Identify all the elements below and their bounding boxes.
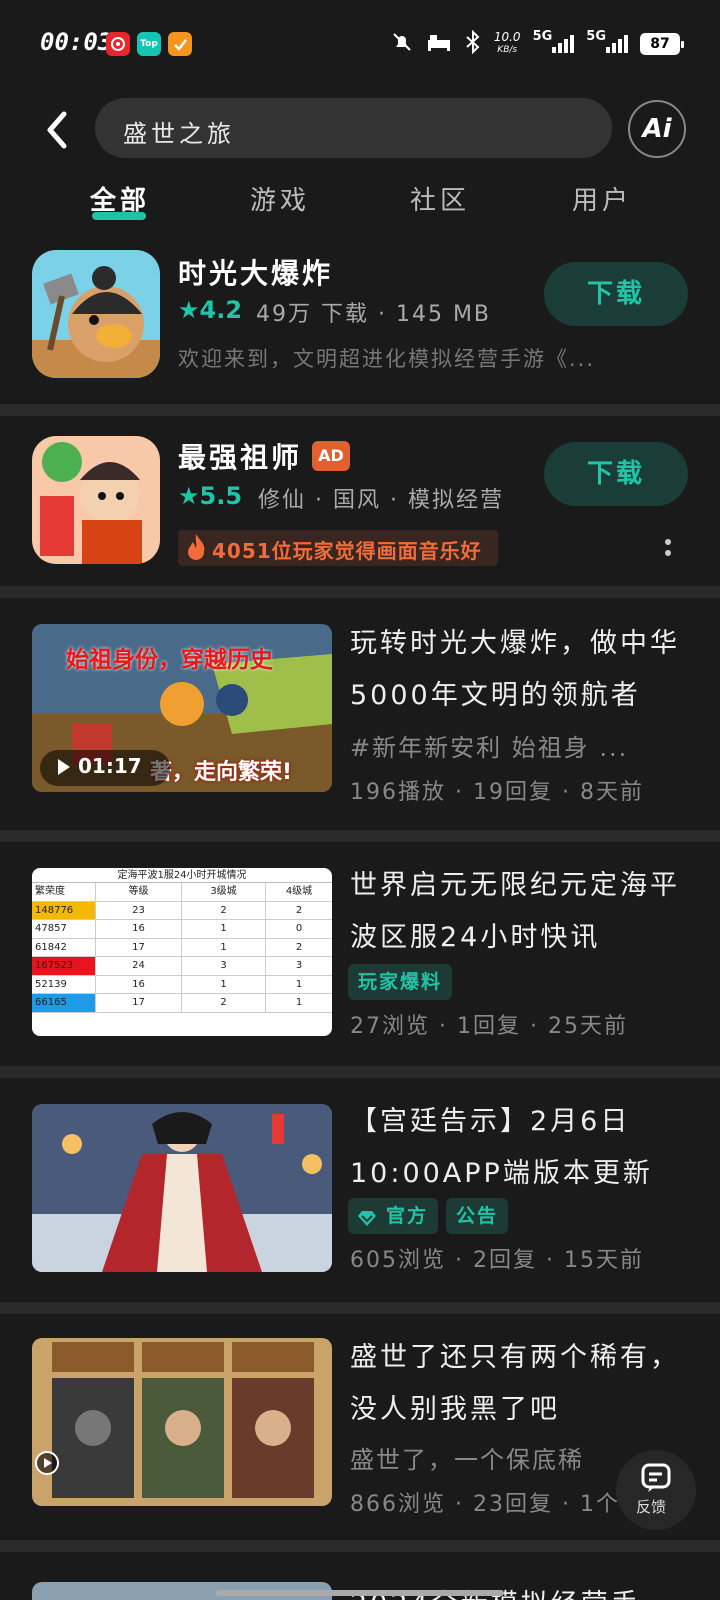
mute-bell-icon [390, 30, 414, 58]
app-rating: ★4.2 [178, 296, 243, 324]
app-title[interactable]: 最强祖师 [178, 436, 302, 476]
post-title[interactable]: 盛世了还只有两个稀有，没人别我黑了吧 [350, 1332, 690, 1436]
status-time: 00:03 [40, 28, 113, 56]
table-header-row: 繁荣度 等级 3级城 4级城 [32, 883, 332, 902]
download-button[interactable]: 下载 [544, 442, 688, 506]
tab-users[interactable]: 用户 [572, 180, 632, 217]
tab-community[interactable]: 社区 [410, 180, 470, 217]
feedback-icon [640, 1462, 672, 1498]
divider [0, 830, 720, 842]
battery-icon: 87 [640, 33, 684, 55]
feedback-button[interactable] [616, 1450, 696, 1530]
play-icon [56, 757, 72, 781]
post-excerpt: 盛世了，一个保底稀 [350, 1446, 584, 1474]
post-stats: 27浏览 · 1回复 · 25天前 [350, 1014, 628, 1039]
signal-label-2: 5G [586, 28, 606, 44]
divider [0, 1302, 720, 1314]
star-icon: ★ [178, 482, 200, 510]
tag-official[interactable]: 官方 [348, 1198, 439, 1234]
post-excerpt: #新年新安利 始祖身 ... [350, 734, 629, 762]
tag-announcement[interactable]: 公告 [446, 1198, 509, 1234]
video-duration: 01:17 [78, 754, 142, 778]
tab-games[interactable]: 游戏 [250, 180, 310, 217]
hot-comment: 4051位玩家觉得画面音乐好 [212, 539, 482, 563]
divider [0, 1540, 720, 1552]
post-stats: 866浏览 · 23回复 · 1个 [350, 1492, 620, 1517]
app-title[interactable]: 时光大爆炸 [178, 252, 333, 292]
status-bar: 00:03 Top 10.0 KB/s 5G 5G 87 [0, 0, 720, 88]
table-row: 52139 16 1 1 [32, 975, 332, 994]
signal-label-1: 5G [532, 28, 553, 44]
post-stats: 605浏览 · 2回复 · 15天前 [350, 1248, 644, 1273]
orange-app-icon [168, 32, 192, 56]
app-description: 欢迎来到，文明超进化模拟经营手游《... [178, 347, 596, 371]
play-circle-icon [34, 1450, 60, 1480]
app-icon-shiguang[interactable] [32, 250, 160, 378]
post-title[interactable]: 【宫廷告示】2月6日10:00APP端版本更新 ... [350, 1096, 690, 1200]
feedback-label: 反馈 [636, 1498, 667, 1516]
netease-music-icon [106, 32, 130, 56]
chevron-left-icon [47, 111, 67, 149]
video-thumbnail[interactable] [32, 1338, 332, 1506]
search-input[interactable]: 盛世之旅 [95, 98, 612, 158]
ai-button[interactable]: Ai [628, 100, 686, 158]
app-rating: ★5.5 [178, 482, 243, 510]
post-thumbnail[interactable] [32, 1104, 332, 1272]
post-stats: 196播放 · 19回复 · 8天前 [350, 780, 644, 805]
thumb-caption-bottom: 著，走向繁荣! [150, 760, 293, 785]
table-row: 61842 17 1 2 [32, 938, 332, 957]
bluetooth-icon [464, 29, 482, 58]
more-options-icon[interactable] [664, 538, 672, 558]
top-app-icon: Top [137, 32, 161, 56]
tag-player-report[interactable]: 玩家爆料 [348, 964, 453, 1000]
sleep-bed-icon [426, 31, 452, 57]
heart-icon [356, 1205, 378, 1241]
signal-bars-icon [606, 35, 628, 53]
active-tab-indicator [92, 212, 146, 220]
table-row: 148776 23 2 2 [32, 901, 332, 920]
divider [0, 586, 720, 598]
post-title[interactable]: 世界启元无限纪元定海平波区服24小时快讯 [350, 860, 690, 964]
fire-icon [184, 532, 208, 566]
status-indicators: 10.0 KB/s 5G 5G 87 [390, 28, 684, 60]
signal-bars-icon [552, 35, 575, 53]
app-tags: 修仙 · 国风 · 模拟经营 [258, 488, 504, 513]
app-meta: 49万 下载 · 145 MB [256, 302, 492, 327]
divider [0, 1066, 720, 1078]
table-row: 167523 24 3 3 [32, 957, 332, 976]
table-thumbnail[interactable]: 定海平波1服24小时开城情况 繁荣度 等级 3级城 4级城 148776 23 2 2 478… [32, 868, 332, 1036]
divider [0, 404, 720, 416]
search-query: 盛世之旅 [123, 120, 235, 148]
thumb-caption-top: 始祖身份，穿越历史 [66, 647, 273, 673]
download-button[interactable]: 下载 [544, 262, 688, 326]
home-indicator[interactable] [216, 1590, 504, 1596]
post-title[interactable]: 玩转时光大爆炸，做中华5000年文明的领航者 [350, 618, 690, 722]
back-button[interactable] [36, 104, 80, 156]
table-row: 66165 17 2 1 [32, 994, 332, 1013]
table-title: 定海平波1服24小时开城情况 [32, 868, 332, 883]
star-icon: ★ [178, 296, 200, 324]
app-icon-zuishi[interactable] [32, 436, 160, 564]
ad-badge: AD [312, 441, 350, 471]
table-row: 47857 16 1 0 [32, 920, 332, 939]
net-speed: 10.0 KB/s [493, 30, 521, 56]
